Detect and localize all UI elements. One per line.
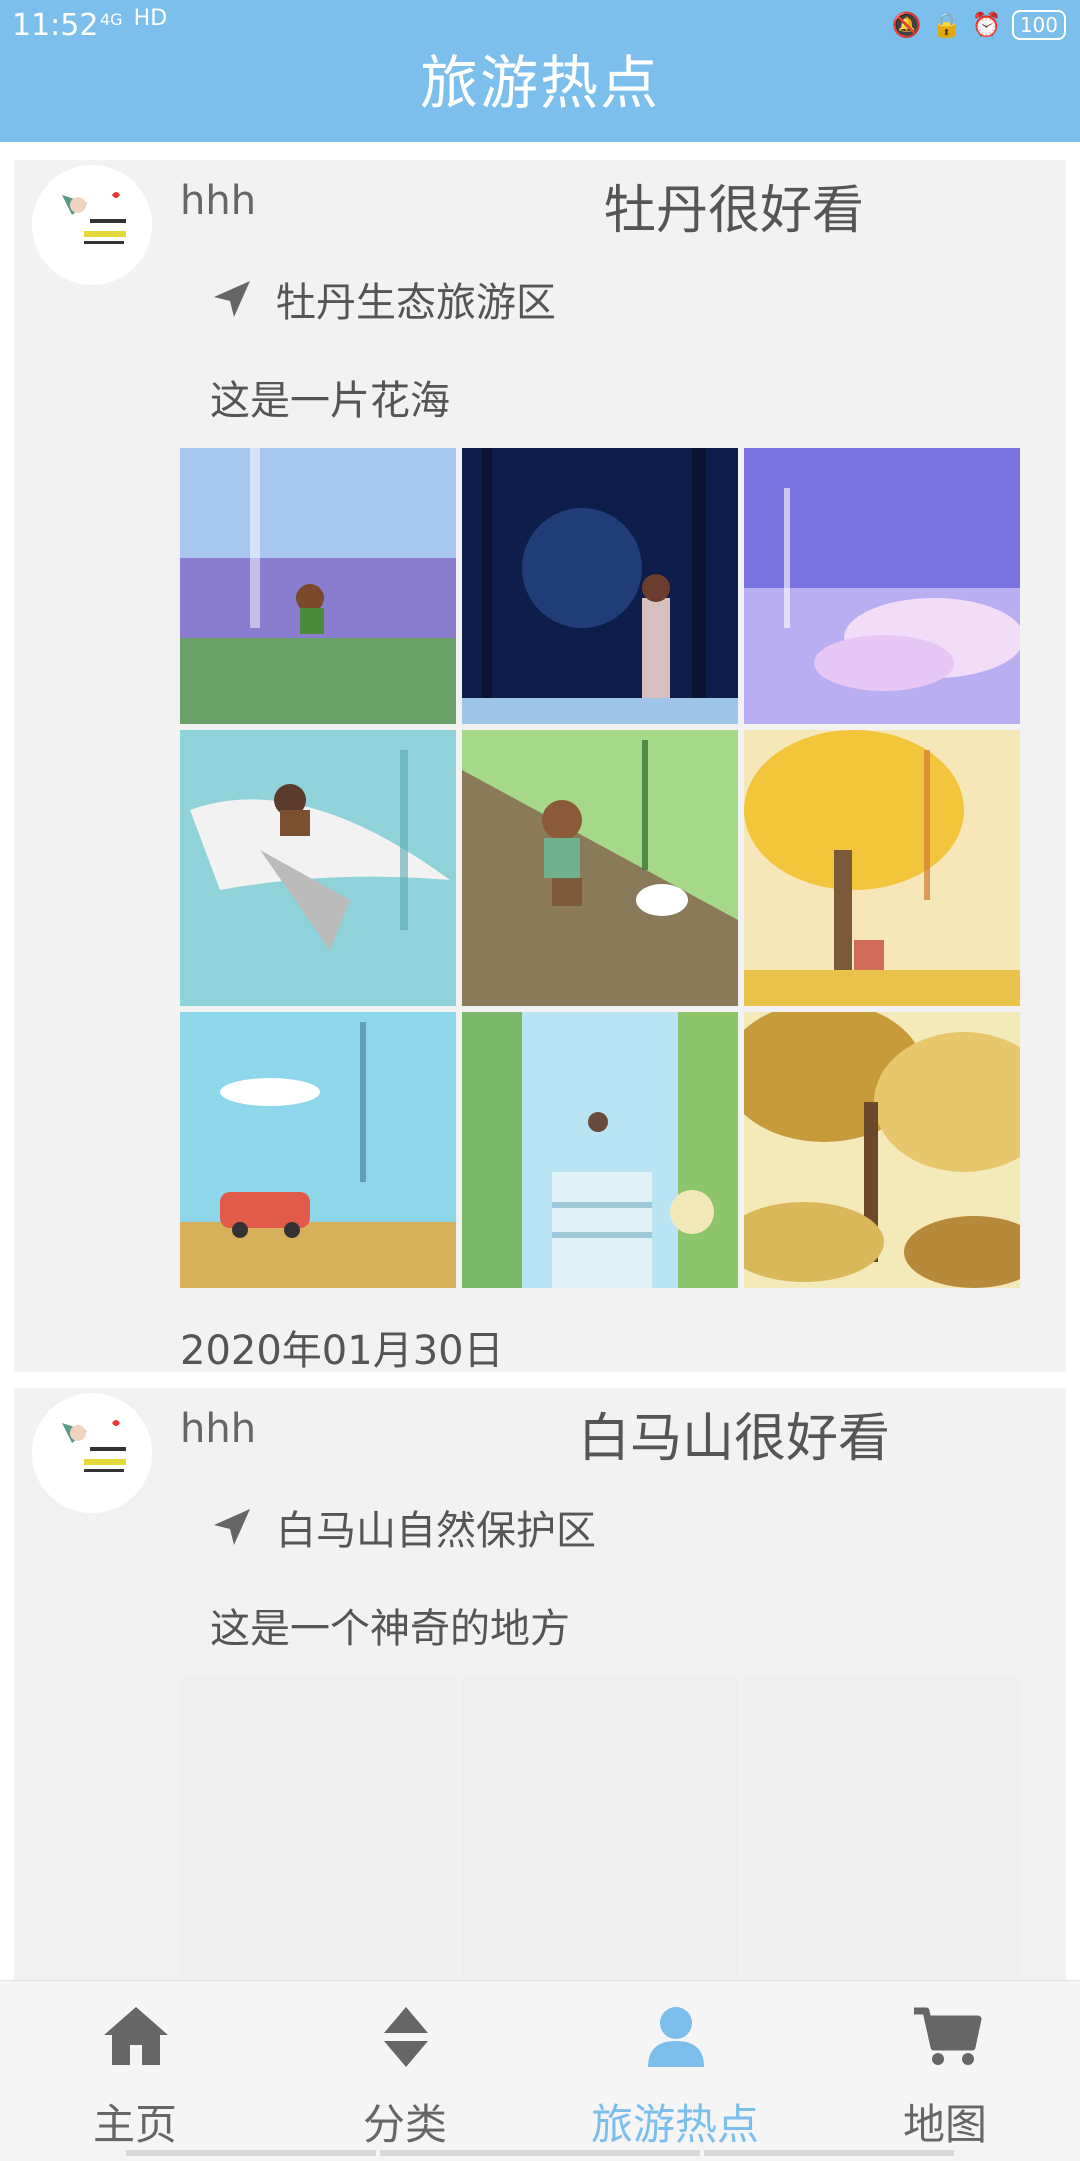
hd-badge: HD <box>133 6 168 31</box>
image-thumbnail <box>744 1012 1020 1288</box>
image-thumbnail <box>180 448 456 724</box>
nav-item-home[interactable]: 主页 <box>0 1981 270 2161</box>
image-thumbnail <box>180 1012 456 1288</box>
image-thumbnail <box>180 730 456 1006</box>
post-card[interactable]: hhh 白马山很好看 白马山自然保护区 这是一个神奇的地方 <box>14 1388 1066 2008</box>
network-type: 4G <box>100 10 123 29</box>
post-card[interactable]: hhh 牡丹很好看 牡丹生态旅游区 这是一片花海 2020年01月30日 <box>14 160 1066 1374</box>
nav-item-travel-hotspots[interactable]: 旅游热点 <box>540 1981 810 2161</box>
sort-icon <box>384 2007 428 2067</box>
post-image[interactable] <box>744 730 1020 1006</box>
image-grid <box>180 448 1020 1288</box>
image-thumbnail <box>462 730 738 1006</box>
nav-item-map[interactable]: 地图 <box>810 1981 1080 2161</box>
post-date: 2020年01月30日 <box>180 1328 504 1374</box>
avatar-illustration <box>32 165 152 285</box>
post-image[interactable] <box>180 1012 456 1288</box>
post-username[interactable]: hhh <box>180 1406 256 1452</box>
avatar[interactable] <box>32 165 152 285</box>
image-thumbnail <box>462 448 738 724</box>
post-feed[interactable]: hhh 牡丹很好看 牡丹生态旅游区 这是一片花海 2020年01月30日 hhh… <box>14 160 1066 2024</box>
post-image[interactable] <box>462 448 738 724</box>
network-indicator: 4G HD <box>100 6 167 31</box>
nav-label-category: 分类 <box>362 2100 447 2149</box>
image-placeholder[interactable] <box>462 1676 738 1976</box>
nav-item-category[interactable]: 分类 <box>270 1981 540 2161</box>
post-image[interactable] <box>744 1012 1020 1288</box>
post-image[interactable] <box>462 1012 738 1288</box>
post-username[interactable]: hhh <box>180 178 256 224</box>
location-row[interactable]: 白马山自然保护区 <box>210 1498 596 1556</box>
gesture-bar-segment <box>126 2150 376 2156</box>
post-title: 牡丹很好看 <box>603 181 864 241</box>
avatar-illustration <box>32 1393 152 1513</box>
post-image[interactable] <box>180 448 456 724</box>
location-label: 白马山自然保护区 <box>276 1508 596 1554</box>
nav-label-home: 主页 <box>92 2100 177 2149</box>
post-description: 这是一个神奇的地方 <box>210 1606 570 1652</box>
image-placeholder[interactable] <box>744 1676 1020 1976</box>
navigation-arrow-icon <box>214 1509 250 1545</box>
home-icon <box>104 2007 168 2065</box>
location-row[interactable]: 牡丹生态旅游区 <box>210 270 556 328</box>
cart-icon <box>914 2007 982 2065</box>
image-thumbnail <box>462 1012 738 1288</box>
bottom-navigation: 主页 分类 旅游热点 地图 <box>0 1980 1080 2161</box>
post-image[interactable] <box>744 448 1020 724</box>
navigation-arrow-icon <box>214 281 250 317</box>
app-bar: 11:52 4G HD 🔕 🔒 ⏰ 100 旅游热点 <box>0 0 1080 142</box>
post-description: 这是一片花海 <box>210 378 450 424</box>
post-title: 白马山很好看 <box>577 1409 890 1469</box>
gesture-bar-segment <box>704 2150 954 2156</box>
person-icon <box>648 2007 704 2067</box>
nav-label-travel-hotspots: 旅游热点 <box>590 2100 759 2149</box>
post-image[interactable] <box>180 730 456 1006</box>
image-placeholder[interactable] <box>180 1676 456 1976</box>
image-thumbnail <box>744 730 1020 1006</box>
location-label: 牡丹生态旅游区 <box>276 280 556 326</box>
gesture-bar-segment <box>380 2150 700 2156</box>
avatar[interactable] <box>32 1393 152 1513</box>
page-title: 旅游热点 <box>419 49 660 117</box>
image-thumbnail <box>744 448 1020 724</box>
image-grid <box>180 1676 1020 1976</box>
nav-label-map: 地图 <box>902 2100 987 2149</box>
post-image[interactable] <box>462 730 738 1006</box>
